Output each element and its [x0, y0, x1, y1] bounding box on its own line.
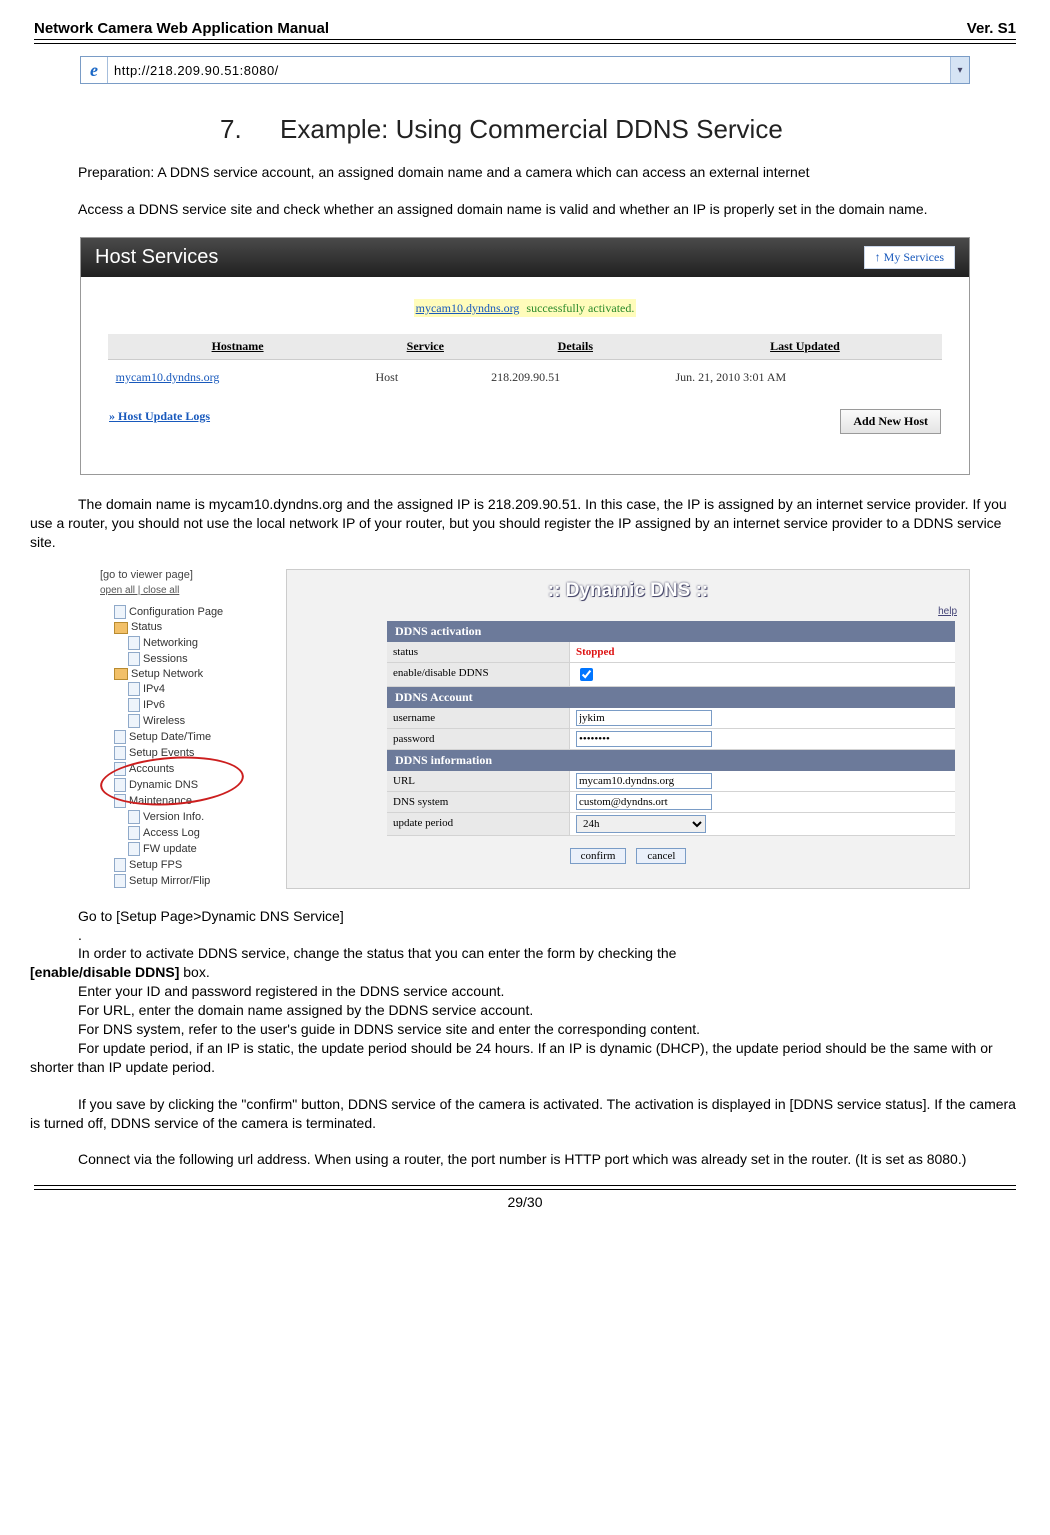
cell-hostname[interactable]: mycam10.dyndns.org: [108, 359, 368, 395]
header-divider: [34, 39, 1016, 44]
config-tree: [go to viewer page] open all | close all…: [100, 569, 280, 888]
paragraph-preparation: Preparation: A DDNS service account, an …: [30, 163, 1020, 182]
section-number: 7.: [220, 114, 280, 145]
add-new-host-button[interactable]: Add New Host: [840, 409, 941, 434]
tree-setup-fps[interactable]: Setup FPS: [100, 857, 280, 873]
dynamic-dns-panel: :: Dynamic DNS :: help DDNS activation s…: [286, 569, 970, 888]
label-password: password: [387, 729, 570, 749]
header-title-left: Network Camera Web Application Manual: [34, 20, 329, 37]
label-url: URL: [387, 771, 570, 791]
my-services-link[interactable]: ↑ My Services: [864, 246, 955, 269]
section-ddns-account: DDNS Account: [387, 687, 955, 708]
section-title: Example: Using Commercial DDNS Service: [280, 114, 990, 145]
tree-ipv4[interactable]: IPv4: [100, 681, 280, 697]
footer-divider: [34, 1185, 1016, 1190]
input-password[interactable]: [576, 731, 712, 747]
th-details[interactable]: Details: [483, 334, 667, 360]
th-updated[interactable]: Last Updated: [668, 334, 943, 360]
tree-setup-events[interactable]: Setup Events: [100, 745, 280, 761]
open-close-all[interactable]: open all | close all: [100, 585, 280, 596]
tree-wireless[interactable]: Wireless: [100, 713, 280, 729]
paragraph-enable-a: In order to activate DDNS service, chang…: [78, 945, 676, 961]
tree-setup-network[interactable]: Setup Network: [100, 667, 280, 681]
host-table: Hostname Service Details Last Updated my…: [108, 334, 943, 395]
tree-sessions[interactable]: Sessions: [100, 651, 280, 667]
address-bar-dropdown-icon[interactable]: ▾: [950, 57, 969, 83]
confirm-button[interactable]: confirm: [570, 848, 627, 864]
paragraph-access: Access a DDNS service site and check whe…: [30, 200, 1020, 219]
section-ddns-info: DDNS information: [387, 750, 955, 771]
paragraph-url: For URL, enter the domain name assigned …: [30, 1001, 1020, 1020]
enable-disable-box-label: [enable/disable DDNS]: [30, 964, 179, 980]
table-row: mycam10.dyndns.org Host 218.209.90.51 Ju…: [108, 359, 943, 395]
tree-config-page[interactable]: Configuration Page: [100, 604, 280, 620]
ie-icon: e: [81, 57, 108, 83]
cell-updated: Jun. 21, 2010 3:01 AM: [668, 359, 943, 395]
paragraph-confirm: If you save by clicking the "confirm" bu…: [30, 1095, 1020, 1133]
help-link[interactable]: help: [287, 606, 969, 621]
input-dns-system[interactable]: [576, 794, 712, 810]
activation-notice: mycam10.dyndns.org successfully activate…: [81, 301, 969, 316]
section-heading: 7. Example: Using Commercial DDNS Servic…: [220, 114, 990, 145]
header-title-right: Ver. S1: [967, 20, 1016, 37]
tree-dynamic-dns[interactable]: Dynamic DNS: [100, 777, 280, 793]
th-service[interactable]: Service: [367, 334, 483, 360]
host-services-panel: Host Services ↑ My Services mycam10.dynd…: [80, 237, 970, 475]
paragraph-update-period: For update period, if an IP is static, t…: [30, 1039, 1020, 1077]
notice-domain[interactable]: mycam10.dyndns.org: [414, 299, 522, 317]
label-update-period: update period: [387, 813, 570, 835]
paragraph-dns-system: For DNS system, refer to the user's guid…: [30, 1020, 1020, 1039]
dyn-panel-title: :: Dynamic DNS ::: [548, 580, 708, 601]
tree-access-log[interactable]: Access Log: [100, 825, 280, 841]
host-update-logs-link[interactable]: » Host Update Logs: [109, 409, 210, 434]
cancel-button[interactable]: cancel: [636, 848, 686, 864]
label-enable-ddns: enable/disable DDNS: [387, 663, 570, 686]
tree-networking[interactable]: Networking: [100, 635, 280, 651]
tree-accounts[interactable]: Accounts: [100, 761, 280, 777]
tree-setup-mirror[interactable]: Setup Mirror/Flip: [100, 873, 280, 889]
page-number: 29/30: [30, 1194, 1020, 1218]
cell-service: Host: [367, 359, 483, 395]
label-status: status: [387, 642, 570, 662]
tree-status[interactable]: Status: [100, 620, 280, 634]
input-username[interactable]: [576, 710, 712, 726]
th-hostname[interactable]: Hostname: [108, 334, 368, 360]
checkbox-enable-ddns[interactable]: [580, 668, 593, 681]
notice-suffix: successfully activated.: [521, 299, 636, 317]
cell-details: 218.209.90.51: [483, 359, 667, 395]
address-bar: e http://218.209.90.51:8080/ ▾: [80, 56, 970, 84]
value-status: Stopped: [570, 642, 955, 662]
paragraph-dot: .: [78, 927, 82, 943]
paragraph-id: Enter your ID and password registered in…: [30, 982, 1020, 1001]
tree-fw-update[interactable]: FW update: [100, 841, 280, 857]
paragraph-connect: Connect via the following url address. W…: [30, 1150, 1020, 1169]
tree-version-info[interactable]: Version Info.: [100, 809, 280, 825]
host-services-title: Host Services: [95, 246, 218, 269]
goto-viewer-link[interactable]: [go to viewer page]: [100, 569, 280, 581]
tree-maintenance[interactable]: Maintenance: [100, 793, 280, 809]
label-username: username: [387, 708, 570, 728]
address-bar-url[interactable]: http://218.209.90.51:8080/: [108, 63, 950, 78]
paragraph-domain-explain: The domain name is mycam10.dyndns.org an…: [30, 495, 1020, 552]
paragraph-enable-b: box.: [179, 964, 209, 980]
label-dns-system: DNS system: [387, 792, 570, 812]
tree-setup-datetime[interactable]: Setup Date/Time: [100, 729, 280, 745]
section-ddns-activation: DDNS activation: [387, 621, 955, 642]
input-url[interactable]: [576, 773, 712, 789]
tree-ipv6[interactable]: IPv6: [100, 697, 280, 713]
select-update-period[interactable]: 24h: [576, 815, 706, 833]
paragraph-goto: Go to [Setup Page>Dynamic DNS Service]: [78, 908, 344, 924]
